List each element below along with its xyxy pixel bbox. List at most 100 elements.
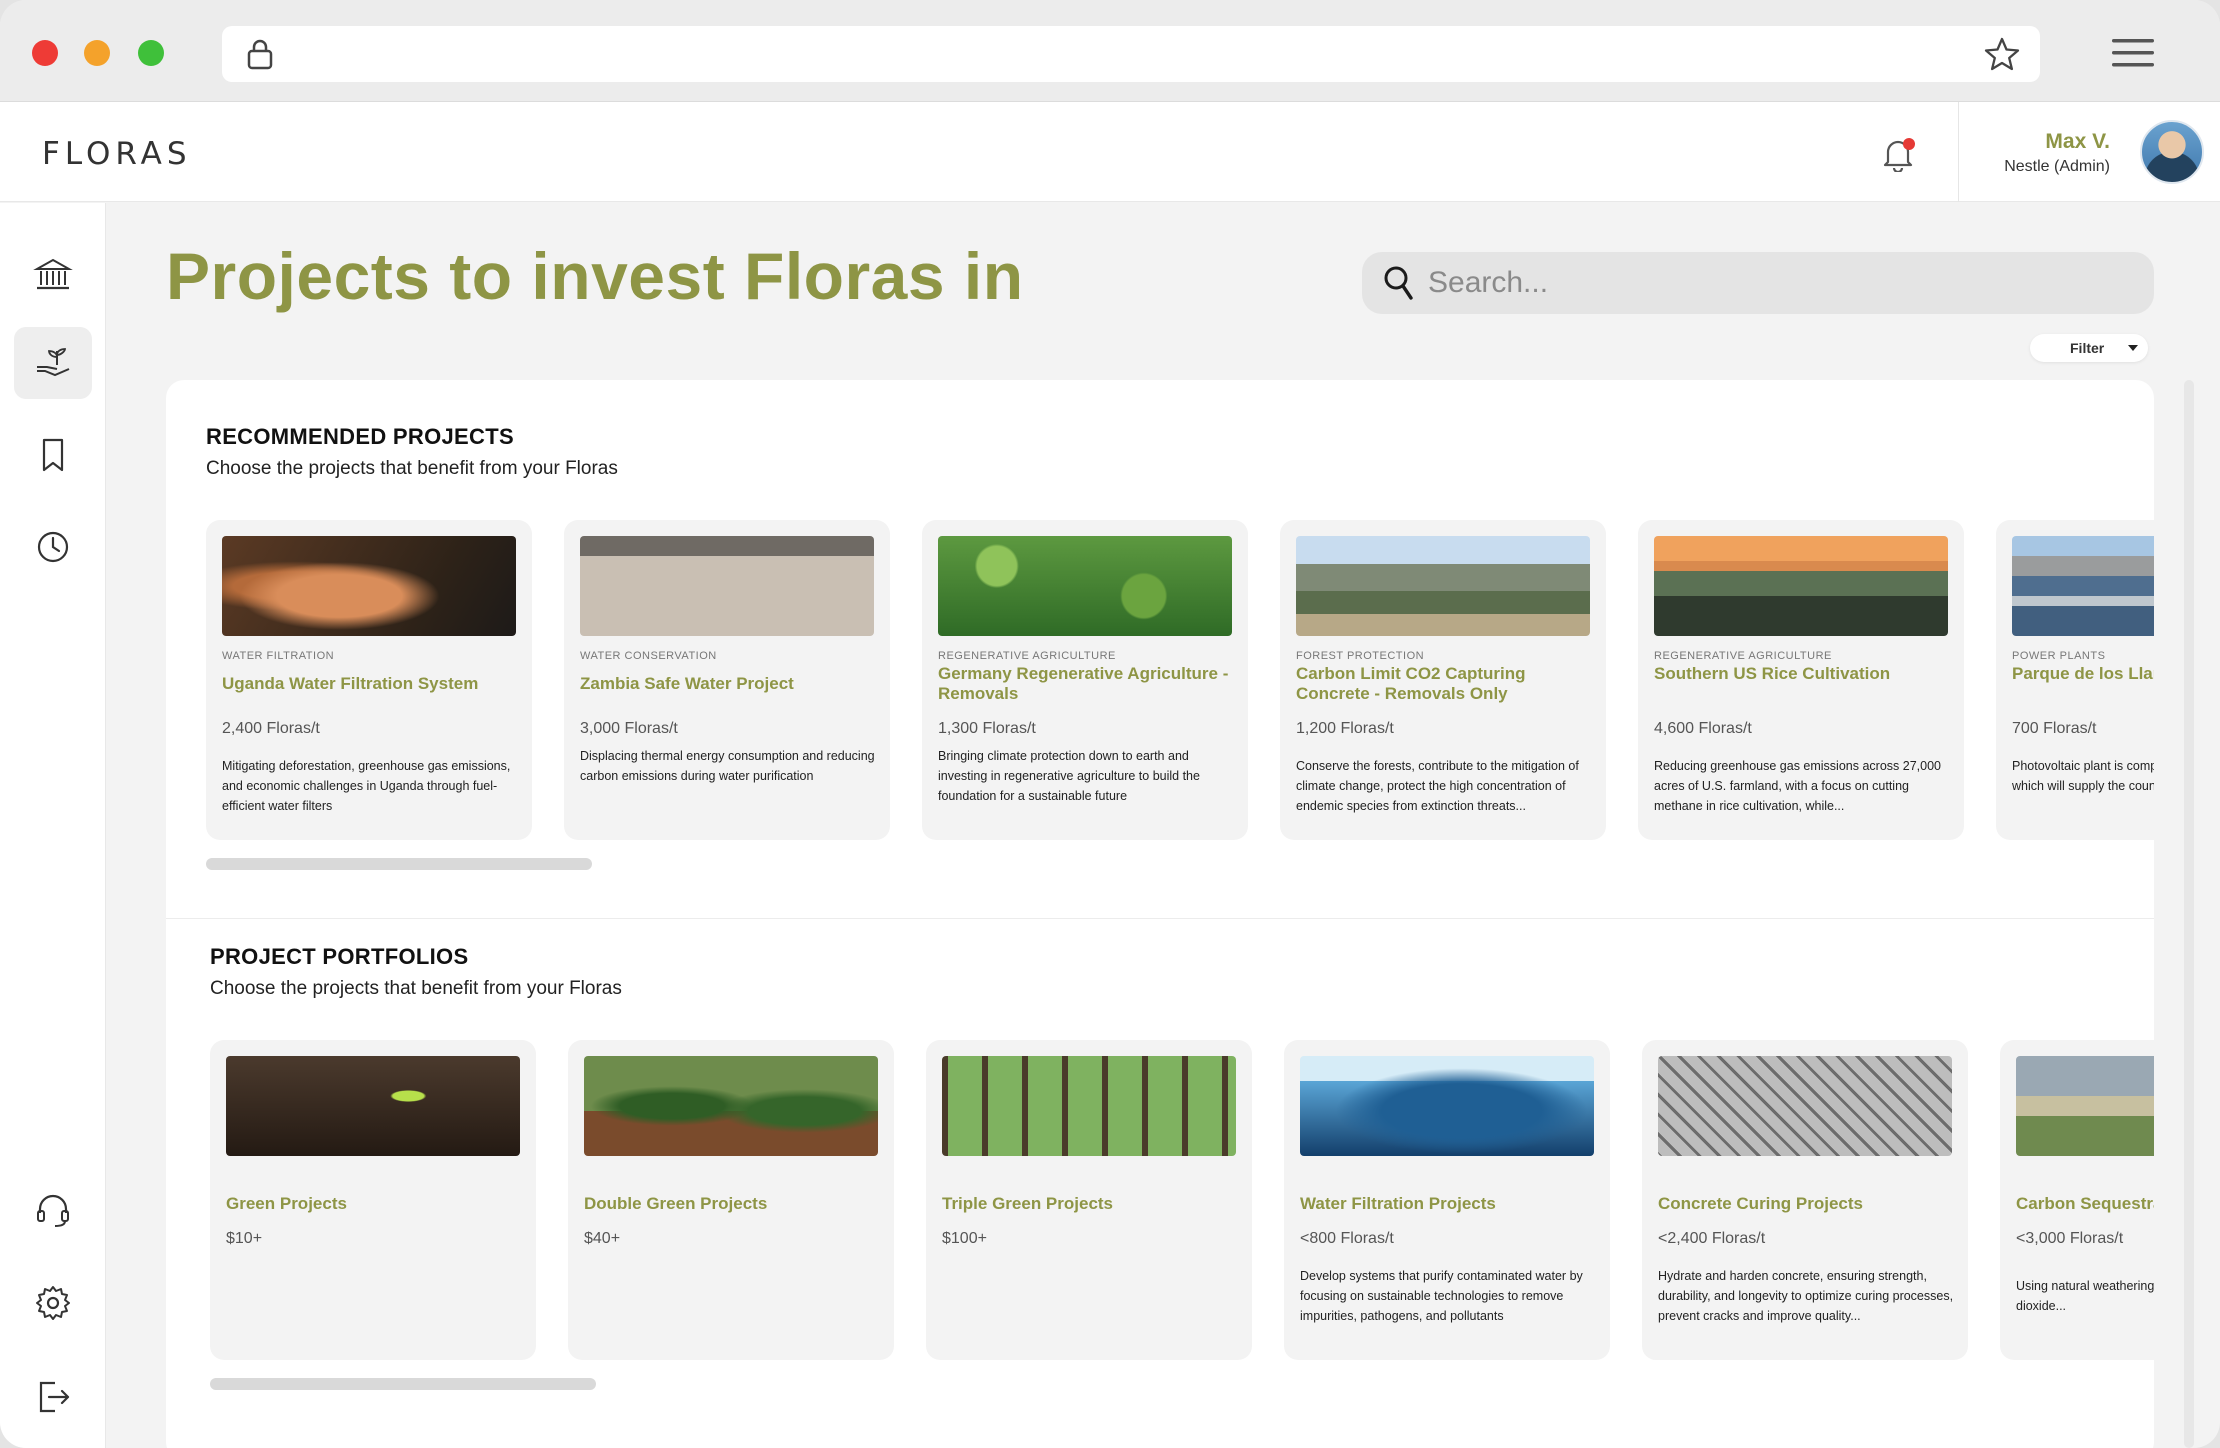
project-image [1296,536,1590,636]
portfolio-name[interactable]: Triple Green Projects [942,1194,1242,1214]
portfolio-name[interactable]: Concrete Curing Projects [1658,1194,1958,1214]
portfolio-card[interactable]: Double Green Projects $40+ [568,1040,894,1360]
project-name[interactable]: Zambia Safe Water Project [580,674,880,694]
project-price: 1,200 Floras/t [1296,720,1394,737]
project-name[interactable]: Germany Regenerative Agriculture - Remov… [938,664,1238,704]
app-logo[interactable]: FLORAS [42,136,192,172]
clock-icon [37,531,69,563]
project-image [222,536,516,636]
portfolio-image [2016,1056,2154,1156]
user-role: Nestle (Admin) [2004,158,2110,175]
project-name[interactable]: Southern US Rice Cultivation [1654,664,1954,684]
filter-label: Filter [2070,340,2105,356]
project-image [1654,536,1948,636]
search-input[interactable] [1428,262,2128,304]
headset-icon [37,1194,69,1227]
search-icon [1384,266,1413,300]
portfolio-description: Using natural weathering to sequester ca… [2016,1279,2154,1313]
avatar[interactable] [2140,120,2204,184]
project-name[interactable]: Carbon Limit CO2 Capturing Concrete - Re… [1296,664,1596,704]
close-window-button[interactable] [32,40,58,66]
sidebar-item-support[interactable] [14,1175,92,1247]
sidebar [0,203,106,1448]
project-name[interactable]: Uganda Water Filtration System [222,674,522,694]
portfolio-card[interactable]: Green Projects $10+ [210,1040,536,1360]
sidebar-item-bookmarks[interactable] [14,419,92,491]
portfolio-image [942,1056,1236,1156]
recommended-carousel[interactable]: WATER FILTRATION Uganda Water Filtration… [206,520,2154,842]
portfolio-name[interactable]: Double Green Projects [584,1194,884,1214]
project-name[interactable]: Parque de los Llanos Power Plants [2012,664,2154,684]
portfolios-carousel[interactable]: Green Projects $10+ Double Green Project… [210,1040,2154,1362]
bookmark-icon [42,438,64,472]
project-card[interactable]: WATER FILTRATION Uganda Water Filtration… [206,520,532,840]
project-card[interactable]: FOREST PROTECTION Carbon Limit CO2 Captu… [1280,520,1606,840]
page-scrollbar[interactable] [2184,380,2194,1448]
portfolio-card[interactable]: Carbon Sequestration <3,000 Floras/t Usi… [2000,1040,2154,1360]
project-description: Mitigating deforestation, greenhouse gas… [222,759,511,813]
search-box[interactable] [1362,252,2154,314]
project-image [2012,536,2154,636]
project-card[interactable]: WATER CONSERVATION Zambia Safe Water Pro… [564,520,890,840]
portfolio-card[interactable]: Triple Green Projects $100+ [926,1040,1252,1360]
project-price: 1,300 Floras/t [938,720,1036,737]
portfolio-price: $10+ [226,1230,263,1247]
sidebar-item-logout[interactable] [14,1361,92,1433]
portfolio-name[interactable]: Green Projects [226,1194,526,1214]
carousel-scrollbar[interactable] [206,858,592,870]
sidebar-item-bank[interactable] [14,239,92,311]
minimize-window-button[interactable] [84,40,110,66]
project-image [938,536,1232,636]
header-divider [1958,102,1959,202]
address-bar[interactable] [222,26,2040,82]
portfolio-name[interactable]: Water Filtration Projects [1300,1194,1600,1214]
project-card[interactable]: POWER PLANTS Parque de los Llanos Power … [1996,520,2154,840]
bank-icon [33,258,73,290]
sidebar-item-history[interactable] [14,511,92,583]
maximize-window-button[interactable] [138,40,164,66]
project-price: 4,600 Floras/t [1654,720,1752,737]
section-title: PROJECT PORTFOLIOS [210,944,469,969]
project-card[interactable]: REGENERATIVE AGRICULTURE Southern US Ric… [1638,520,1964,840]
section-subtitle: Choose the projects that benefit from yo… [206,458,618,479]
section-title: RECOMMENDED PROJECTS [206,424,514,449]
portfolio-price: $40+ [584,1230,621,1247]
portfolio-price: <3,000 Floras/t [2016,1230,2124,1247]
section-subtitle: Choose the projects that benefit from yo… [210,978,622,999]
hand-plant-icon [37,348,70,377]
gear-icon [36,1286,70,1320]
section-divider [166,918,2154,919]
project-description: Conserve the forests, contribute to the … [1296,759,1579,813]
sidebar-item-settings[interactable] [14,1267,92,1339]
page-title: Projects to invest Floras in [166,239,1024,313]
project-category: WATER FILTRATION [222,650,335,662]
portfolio-description: Develop systems that purify contaminated… [1300,1269,1583,1323]
portfolio-card[interactable]: Water Filtration Projects <800 Floras/t … [1284,1040,1610,1360]
portfolio-price: <800 Floras/t [1300,1230,1394,1247]
portfolio-name[interactable]: Carbon Sequestration [2016,1194,2154,1214]
project-category: FOREST PROTECTION [1296,650,1425,662]
star-icon[interactable] [1984,37,2020,71]
portfolio-image [584,1056,878,1156]
project-description: Reducing greenhouse gas emissions across… [1654,759,1941,813]
user-name[interactable]: Max V. [2045,130,2110,154]
project-card[interactable]: REGENERATIVE AGRICULTURE Germany Regener… [922,520,1248,840]
chevron-down-icon [2128,345,2138,351]
hamburger-menu-icon[interactable] [2112,36,2154,70]
project-category: WATER CONSERVATION [580,650,717,662]
portfolio-price: <2,400 Floras/t [1658,1230,1766,1247]
app-window: FLORAS Max V. Nestle (Admin) Projects to… [0,0,2220,1448]
notification-dot [1903,138,1915,150]
portfolio-image [1658,1056,1952,1156]
browser-toolbar [0,0,2220,102]
sidebar-item-invest[interactable] [14,327,92,399]
project-description: Bringing climate protection down to eart… [938,749,1200,803]
portfolio-card[interactable]: Concrete Curing Projects <2,400 Floras/t… [1642,1040,1968,1360]
filter-dropdown[interactable]: Filter [2030,334,2148,362]
portfolio-description: Hydrate and harden concrete, ensuring st… [1658,1269,1954,1323]
project-description: Photovoltaic plant is comprised of Llano… [2012,759,2154,793]
carousel-scrollbar[interactable] [210,1378,596,1390]
portfolio-price: $100+ [942,1230,987,1247]
project-description: Displacing thermal energy consumption an… [580,749,875,783]
app-header: FLORAS Max V. Nestle (Admin) [0,102,2220,202]
